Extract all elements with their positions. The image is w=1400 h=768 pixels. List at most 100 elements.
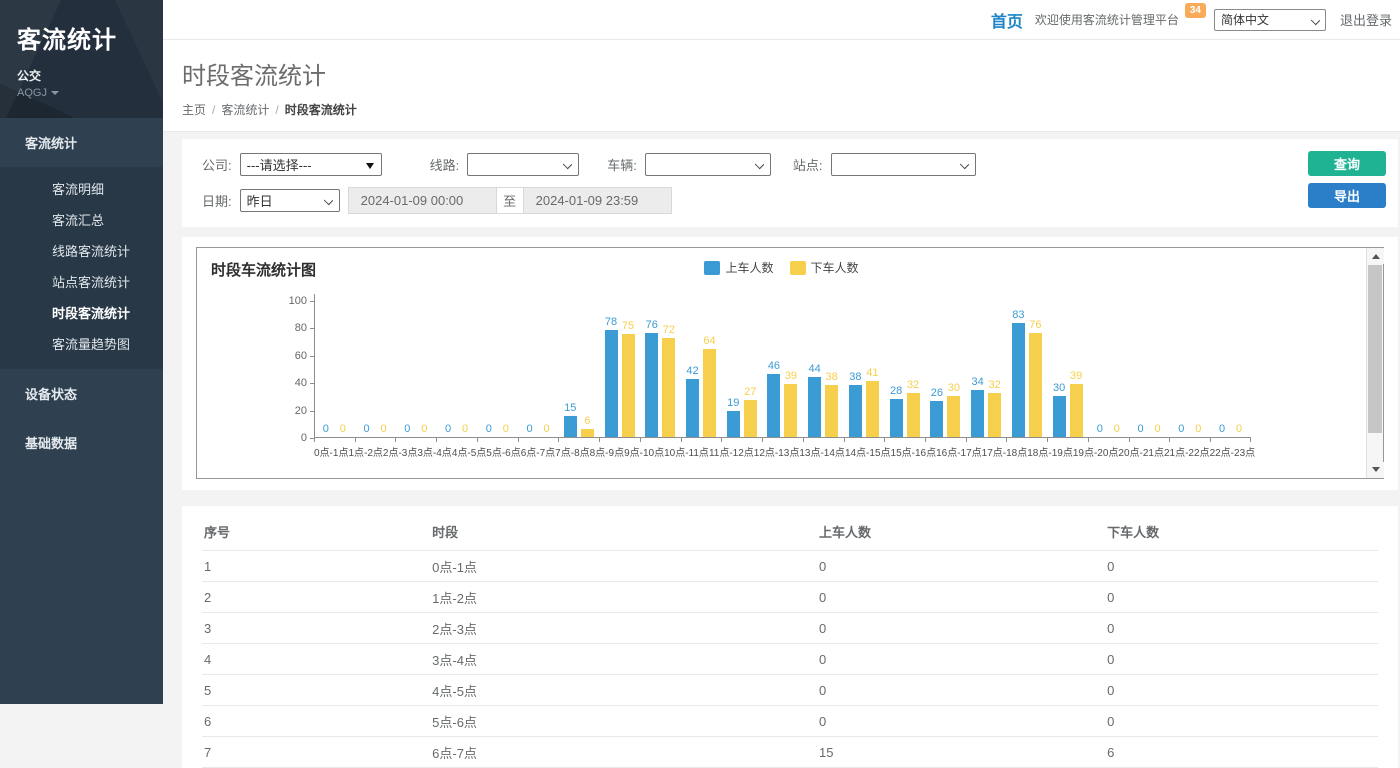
sidebar-item-站点客流统计[interactable]: 站点客流统计 bbox=[0, 266, 163, 297]
bar-上车人数-11点-12点: 46 bbox=[767, 374, 780, 437]
bar-下车人数-15点-16点: 30 bbox=[947, 396, 960, 437]
table-cell: 0 bbox=[817, 706, 1105, 737]
date-preset-select[interactable]: 昨日 bbox=[240, 189, 340, 212]
language-select[interactable]: 简体中文 bbox=[1214, 9, 1326, 31]
sidebar-item-客流量趋势图[interactable]: 客流量趋势图 bbox=[0, 328, 163, 359]
x-tick-label: 7点-8点 bbox=[555, 444, 589, 459]
table-cell: 4 bbox=[202, 644, 430, 675]
table-body: 10点-1点0021点-2点0032点-3点0043点-4点0054点-5点00… bbox=[202, 551, 1378, 768]
bar-上车人数-17点-18点: 83 bbox=[1012, 323, 1025, 437]
chart-scrollbar[interactable] bbox=[1366, 248, 1383, 478]
x-tick-label: 0点-1点 bbox=[314, 444, 348, 459]
x-tick-label: 4点-5点 bbox=[452, 444, 486, 459]
sidebar-item-客流明细[interactable]: 客流明细 bbox=[0, 173, 163, 204]
legend-item-上车人数[interactable]: 上车人数 bbox=[704, 259, 773, 276]
vehicle-select[interactable] bbox=[645, 153, 771, 176]
bar-value-label: 38 bbox=[849, 371, 861, 383]
legend-swatch bbox=[704, 261, 720, 275]
sidebar-group-passenger-stats[interactable]: 客流统计 bbox=[0, 118, 163, 167]
home-link[interactable]: 首页 bbox=[991, 8, 1023, 32]
breadcrumb-section[interactable]: 客流统计 bbox=[221, 103, 269, 117]
table-cell: 0 bbox=[817, 675, 1105, 706]
y-tick-label: 0 bbox=[273, 432, 307, 444]
sidebar-item-客流汇总[interactable]: 客流汇总 bbox=[0, 204, 163, 235]
org-name: 公交 bbox=[17, 67, 163, 84]
x-tick-label: 16点-17点 bbox=[936, 444, 982, 459]
page-title: 时段客流统计 bbox=[182, 56, 1375, 91]
company-select[interactable]: ---请选择--- bbox=[240, 153, 382, 176]
sidebar-item-基础数据[interactable]: 基础数据 bbox=[0, 418, 163, 467]
bar-上车人数-10点-11点: 19 bbox=[727, 411, 740, 437]
date-preset-value: 昨日 bbox=[247, 191, 273, 210]
caret-down-icon bbox=[51, 91, 59, 95]
content: 公司: ---请选择--- 线路: 车辆: 站点: bbox=[163, 132, 1400, 768]
bar-value-label: 64 bbox=[703, 335, 715, 347]
chart-panel: 时段车流统计图 上车人数下车人数 020406080100 0000000000… bbox=[182, 237, 1398, 490]
x-tick-label: 19点-20点 bbox=[1073, 444, 1119, 459]
org-code-dropdown[interactable]: AQGJ bbox=[17, 87, 163, 99]
sidebar-item-设备状态[interactable]: 设备状态 bbox=[0, 369, 163, 418]
table-cell: 3 bbox=[202, 613, 430, 644]
breadcrumb-home[interactable]: 主页 bbox=[182, 103, 206, 117]
table-row: 21点-2点00 bbox=[202, 582, 1378, 613]
legend-label: 上车人数 bbox=[725, 259, 773, 276]
bar-value-label: 41 bbox=[866, 367, 878, 379]
bar-value-label: 0 bbox=[1097, 423, 1103, 435]
bar-上车人数-8点-9点: 76 bbox=[645, 333, 658, 437]
bar-group-1点-2点: 00 bbox=[355, 301, 396, 437]
bar-value-label: 83 bbox=[1012, 309, 1024, 321]
bar-value-label: 0 bbox=[543, 423, 549, 435]
table-cell: 0 bbox=[817, 582, 1105, 613]
bar-value-label: 76 bbox=[646, 319, 658, 331]
bar-value-label: 0 bbox=[364, 423, 370, 435]
bar-value-label: 0 bbox=[421, 423, 427, 435]
chart-plot-area: 0000000000001567875767242641927463944383… bbox=[314, 301, 1251, 438]
table-cell: 1 bbox=[202, 551, 430, 582]
x-tick-label: 6点-7点 bbox=[521, 444, 555, 459]
table-header-序号: 序号 bbox=[202, 512, 430, 551]
table-cell: 0 bbox=[1105, 613, 1378, 644]
bar-value-label: 15 bbox=[564, 402, 576, 414]
legend-item-下车人数[interactable]: 下车人数 bbox=[790, 259, 859, 276]
query-button[interactable]: 查询 bbox=[1308, 151, 1386, 176]
bar-value-label: 42 bbox=[686, 365, 698, 377]
bar-value-label: 27 bbox=[744, 386, 756, 398]
bar-group-17点-18点: 8376 bbox=[1006, 301, 1047, 437]
x-tick-label: 1点-2点 bbox=[348, 444, 382, 459]
station-select[interactable] bbox=[831, 153, 976, 176]
table-cell: 2点-3点 bbox=[430, 613, 817, 644]
page-heading: 时段客流统计 主页/客流统计/时段客流统计 bbox=[163, 40, 1400, 132]
notification-badge[interactable]: 34 bbox=[1185, 3, 1206, 18]
triangle-down-icon bbox=[1372, 467, 1380, 472]
vehicle-label: 车辆: bbox=[607, 155, 637, 174]
date-to-input[interactable]: 2024-01-09 23:59 bbox=[523, 187, 672, 214]
scrollbar-down-button[interactable] bbox=[1367, 462, 1384, 478]
x-tick-label: 15点-16点 bbox=[891, 444, 937, 459]
logo-block: 客流统计 公交 AQGJ bbox=[0, 0, 163, 118]
breadcrumb: 主页/客流统计/时段客流统计 bbox=[182, 101, 1375, 118]
table-cell: 0点-1点 bbox=[430, 551, 817, 582]
date-from-input[interactable]: 2024-01-09 00:00 bbox=[348, 187, 497, 214]
sidebar-item-时段客流统计[interactable]: 时段客流统计 bbox=[0, 297, 163, 328]
bar-下车人数-11点-12点: 39 bbox=[784, 384, 797, 437]
sidebar-other-items: 设备状态基础数据 bbox=[0, 369, 163, 467]
bar-下车人数-14点-15点: 32 bbox=[907, 393, 920, 437]
bar-value-label: 44 bbox=[809, 363, 821, 375]
bar-value-label: 0 bbox=[503, 423, 509, 435]
sidebar-item-线路客流统计[interactable]: 线路客流统计 bbox=[0, 235, 163, 266]
export-button[interactable]: 导出 bbox=[1308, 183, 1386, 208]
topbar: 首页 欢迎使用客流统计管理平台 34 简体中文 退出登录 bbox=[163, 0, 1400, 40]
line-select[interactable] bbox=[467, 153, 579, 176]
bar-value-label: 34 bbox=[971, 376, 983, 388]
bar-下车人数-16点-17点: 32 bbox=[988, 393, 1001, 437]
bar-group-13点-14点: 38 41 bbox=[844, 301, 885, 437]
table-cell: 5点-6点 bbox=[430, 706, 817, 737]
bar-上车人数-6点-7点: 15 bbox=[564, 416, 577, 437]
bar-下车人数-17点-18点: 76 bbox=[1029, 333, 1042, 437]
scrollbar-up-button[interactable] bbox=[1367, 248, 1384, 264]
scrollbar-thumb[interactable] bbox=[1368, 265, 1382, 433]
sidebar: 客流统计 公交 AQGJ 客流统计 客流明细客流汇总线路客流统计站点客流统计时段… bbox=[0, 0, 163, 704]
bar-value-label: 0 bbox=[340, 423, 346, 435]
filter-row-1: 公司: ---请选择--- 线路: 车辆: 站点: bbox=[202, 153, 1386, 176]
logout-link[interactable]: 退出登录 bbox=[1340, 10, 1392, 29]
